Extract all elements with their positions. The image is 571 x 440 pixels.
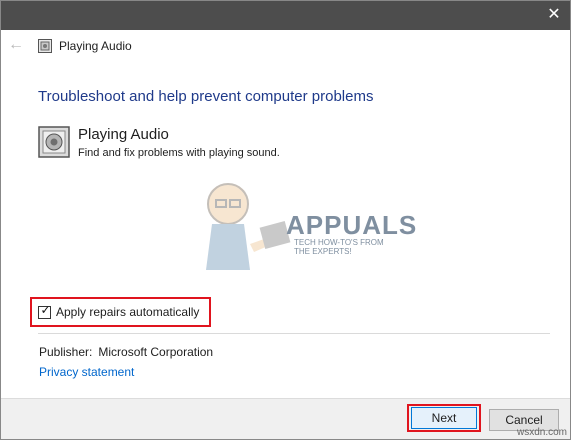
navigation-bar: ← Playing Audio [0, 30, 571, 62]
source-watermark: wsxdn.com [516, 427, 567, 438]
back-arrow-icon[interactable]: ← [8, 36, 26, 54]
audio-troubleshooter-icon [38, 126, 70, 158]
close-icon[interactable]: ✕ [537, 0, 571, 30]
publisher-value: Microsoft Corporation [98, 345, 214, 359]
apply-repairs-checkbox[interactable]: ✓ [38, 303, 51, 319]
divider [38, 333, 550, 334]
audio-icon [38, 39, 52, 53]
dialog-footer [0, 398, 571, 440]
title-bar: ✕ [0, 0, 571, 30]
apply-repairs-label[interactable]: Apply repairs automatically [56, 305, 199, 319]
window-title: Playing Audio [59, 39, 132, 53]
checkmark-icon: ✓ [40, 303, 51, 317]
publisher-info: Publisher: Microsoft Corporation [39, 345, 213, 359]
next-button[interactable]: Next [411, 407, 477, 429]
privacy-statement-link[interactable]: Privacy statement [39, 365, 134, 379]
troubleshooter-title: Playing Audio [78, 126, 169, 143]
troubleshooter-description: Find and fix problems with playing sound… [78, 147, 280, 159]
watermark-logo-text: APPUALS [286, 210, 418, 240]
publisher-label: Publisher: [39, 345, 93, 359]
page-headline: Troubleshoot and help prevent computer p… [38, 88, 374, 105]
watermark-tagline: TECH HOW-TO'S FROM THE EXPERTS! [294, 238, 384, 256]
